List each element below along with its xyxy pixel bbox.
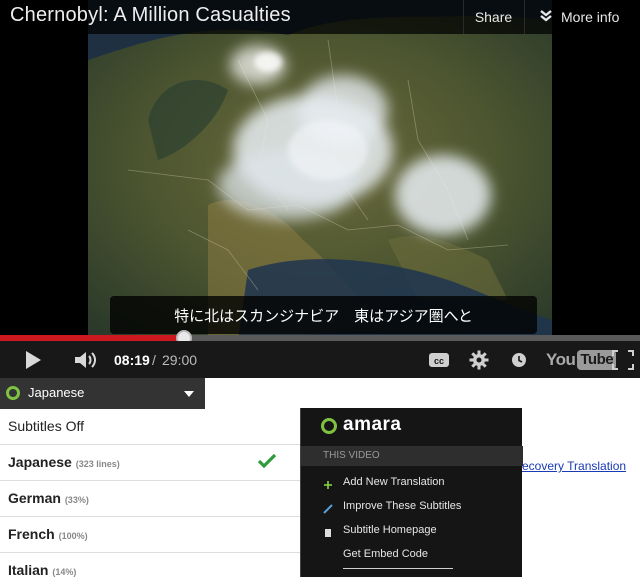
language-item-japanese[interactable]: Japanese (323 lines) [0,445,300,481]
amara-improve-subtitles[interactable]: Improve These Subtitles [301,496,523,520]
amara-item-label: Subtitle Homepage [343,524,437,536]
play-icon [26,350,41,369]
player-controls: 08:19 / 29:00 cc You Tube [0,341,640,378]
language-item-label: Subtitles Off [8,418,85,434]
language-item-label: German (33%) [8,490,89,506]
language-item-german[interactable]: German (33%) [0,481,300,517]
language-item-meta: (33%) [64,495,89,505]
video-map-image [88,0,552,340]
language-item-meta: (100%) [58,531,88,541]
amara-brand[interactable]: amara [343,414,402,436]
time-separator: / [152,352,156,368]
volume-icon [75,351,96,368]
amara-item-cut-off [343,568,453,569]
amara-add-new-translation[interactable]: Add New Translation [301,472,523,496]
gear-icon [469,350,489,369]
amara-get-embed-code[interactable]: Get Embed Code [301,544,523,568]
amara-logo-icon [6,386,20,400]
language-item-french[interactable]: French (100%) [0,517,300,553]
amara-section-label: THIS VIDEO [323,450,380,461]
language-item-label: Italian (14%) [8,562,77,577]
fullscreen-icon [612,349,634,370]
youtube-logo[interactable]: You Tube [546,349,617,371]
amara-subtitle-homepage[interactable]: Subtitle Homepage [301,520,523,544]
language-item-subtitles-off[interactable]: Subtitles Off [0,409,300,445]
amara-item-label: Improve These Subtitles [343,500,462,512]
cc-icon: cc [429,352,449,367]
time-current: 08:19 [114,352,150,368]
amara-section-header: THIS VIDEO [301,446,523,466]
more-info-button[interactable]: More info [524,0,640,34]
language-selector-dropdown[interactable]: Japanese [0,378,205,409]
clock-icon [512,352,526,367]
amara-item-label: Get Embed Code [343,548,428,560]
language-item-label: French (100%) [8,526,88,542]
amara-logo-icon [321,418,337,434]
language-list: Subtitles Off Japanese (323 lines) Germa… [0,409,300,577]
volume-button[interactable] [70,341,102,378]
page-icon [323,525,333,543]
player-title-bar: Chernobyl: A Million Casualties Share Mo… [0,0,640,34]
more-info-label: More info [561,9,620,25]
recovery-translation-link[interactable]: ecovery Translation [522,459,626,473]
amara-download-subtitles[interactable] [301,568,523,577]
language-item-label: Japanese (323 lines) [8,454,120,470]
language-item-meta: (323 lines) [75,459,120,469]
svg-text:cc: cc [434,356,444,366]
time-total: 29:00 [162,352,198,368]
settings-button[interactable] [466,341,492,378]
amara-menu-header: amara [301,408,523,442]
video-player[interactable]: Chernobyl: A Million Casualties Share Mo… [0,0,640,378]
amara-item-label: Add New Translation [343,476,445,488]
double-chevron-down-icon [539,1,553,35]
youtube-logo-you: You [546,350,576,369]
caret-down-icon [184,391,194,397]
video-frame[interactable] [88,0,552,340]
share-button[interactable]: Share [463,0,523,34]
fullscreen-button[interactable] [608,341,638,378]
plus-icon [323,477,333,495]
language-item-italian[interactable]: Italian (14%) [0,553,300,577]
video-title[interactable]: Chernobyl: A Million Casualties [10,4,291,27]
checkmark-icon [257,453,277,473]
watch-later-button[interactable] [506,341,532,378]
pencil-icon [323,501,333,519]
selected-language-label: Japanese [28,385,85,400]
captions-button[interactable]: cc [426,341,452,378]
language-item-meta: (14%) [52,567,77,577]
amara-menu: amara THIS VIDEO Add New Translation Imp… [300,408,523,577]
subtitle-text: 特に北はスカンジナビア 東はアジア圏へと [174,308,473,325]
subtitle-caption: 特に北はスカンジナビア 東はアジア圏へと [110,296,537,334]
play-button[interactable] [18,341,48,378]
